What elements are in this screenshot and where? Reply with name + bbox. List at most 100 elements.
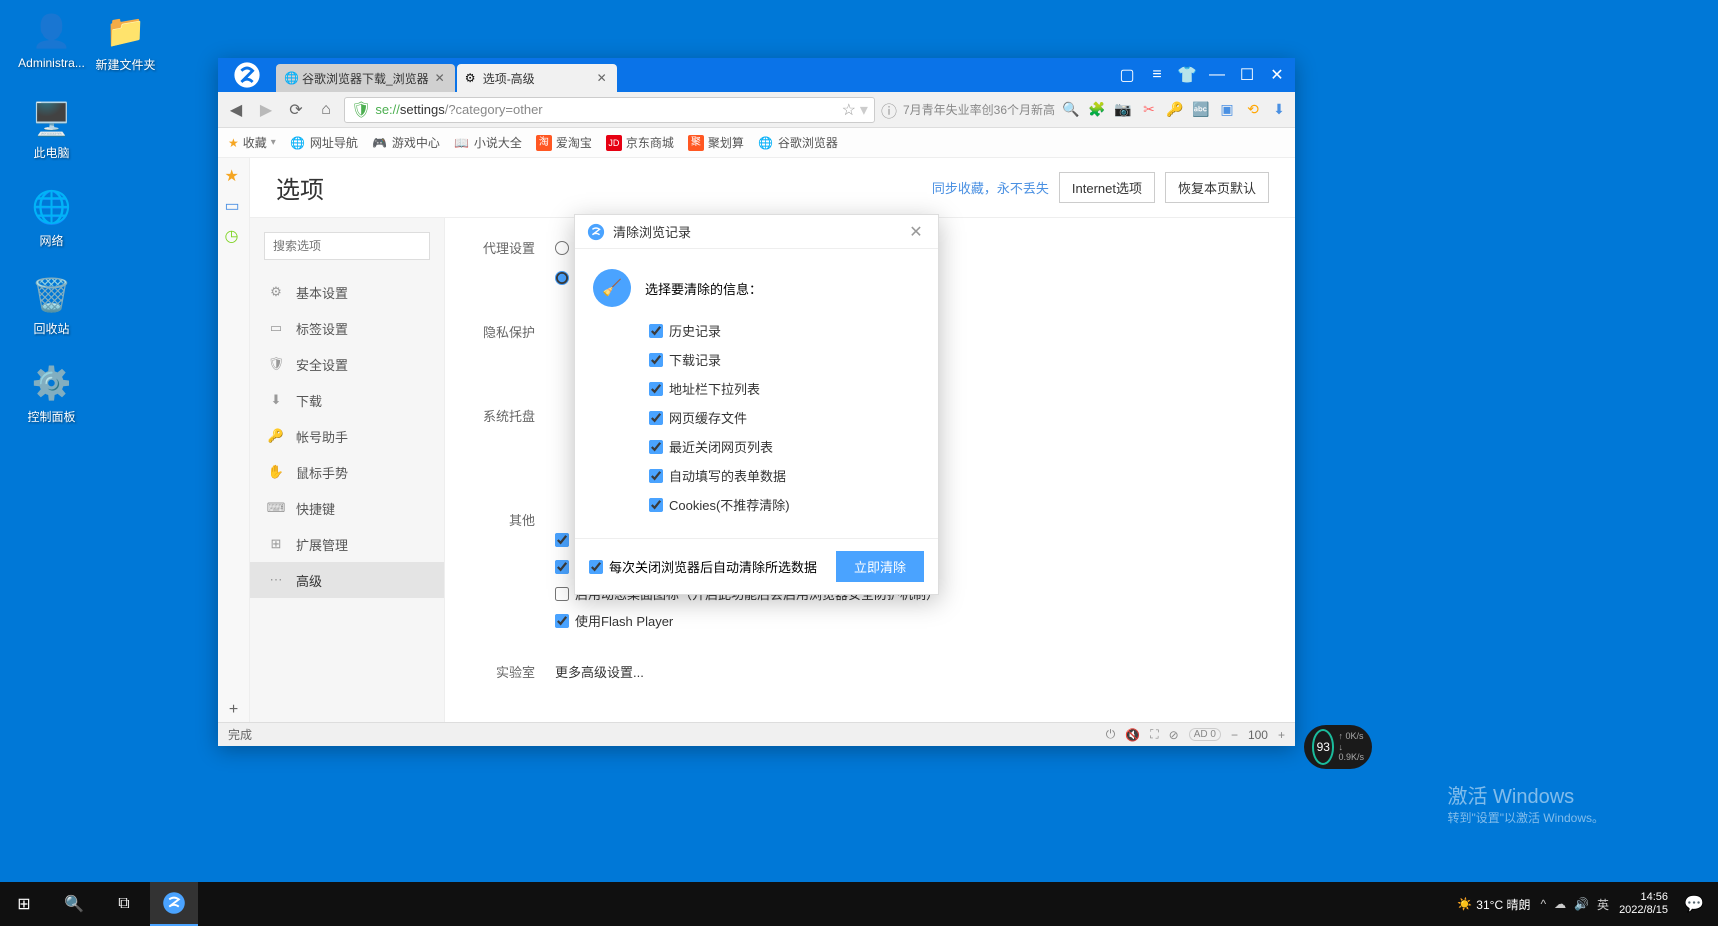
onedrive-icon[interactable]: ☁ [1554, 897, 1566, 911]
bookmark-item[interactable]: 📖小说大全 [454, 134, 522, 151]
bookmark-item[interactable]: 🎮游戏中心 [372, 134, 440, 151]
news-ticker[interactable]: 7月青年失业率创36个月新高 [903, 101, 1055, 118]
clock[interactable]: 14:56 2022/8/15 [1619, 891, 1668, 917]
volume-icon[interactable]: 🔊 [1574, 897, 1589, 911]
start-button[interactable]: ⊞ [0, 882, 48, 926]
clear-now-button[interactable]: 立即清除 [836, 551, 924, 582]
ime-indicator[interactable]: 英 [1597, 896, 1609, 913]
more-advanced-link[interactable]: 更多高级设置... [555, 665, 644, 680]
translate-icon[interactable]: 🔤 [1191, 100, 1211, 120]
url-input[interactable]: 🛡 se://settings/?category=other ☆ ▾ [344, 97, 875, 123]
window-icon[interactable]: ▣ [1217, 100, 1237, 120]
other-desktop-checkbox[interactable] [555, 587, 569, 601]
proxy-none-radio[interactable] [555, 241, 569, 255]
settings-search-input[interactable] [264, 232, 430, 260]
bookmark-item[interactable]: JD京东商城 [606, 134, 674, 151]
home-icon[interactable]: ⌂ [314, 98, 338, 122]
close-icon[interactable]: ✕ [1263, 63, 1291, 87]
weather-widget[interactable]: ☀️31°C 晴朗 [1457, 896, 1530, 913]
close-icon[interactable]: ✕ [595, 71, 609, 85]
search-button[interactable]: 🔍 [50, 882, 98, 926]
clear-downloads-checkbox[interactable] [649, 353, 663, 367]
sidebar-item-advanced[interactable]: ⋯高级 [250, 562, 444, 598]
close-icon[interactable]: ✕ [906, 222, 926, 242]
sidebar-item-basic[interactable]: ⚙基本设置 [250, 274, 444, 310]
other-flash-checkbox[interactable] [555, 614, 569, 628]
clear-cookies-checkbox[interactable] [649, 498, 663, 512]
account-icon[interactable]: ▢ [1113, 63, 1141, 87]
auto-clear-checkbox[interactable] [589, 560, 603, 574]
sidebar-item-tabs[interactable]: ▭标签设置 [250, 310, 444, 346]
favorites-button[interactable]: ★收藏▾ [228, 134, 276, 151]
desktop-icon-recycle[interactable]: 🗑️回收站 [14, 274, 89, 337]
sidebar-item-extensions[interactable]: ⊞扩展管理 [250, 526, 444, 562]
globe-icon: 🌐 [290, 135, 306, 151]
block-icon[interactable]: ⊘ [1169, 728, 1179, 742]
tab-0[interactable]: 🌐 谷歌浏览器下载_浏览器 ✕ [276, 64, 455, 92]
proxy-custom-radio[interactable] [555, 271, 569, 285]
performance-widget[interactable]: 93 ↑ 0K/s↓ 0.9K/s [1304, 725, 1372, 769]
notifications-icon[interactable]: 💬 [1678, 894, 1710, 914]
maximize-icon[interactable]: ☐ [1233, 63, 1261, 87]
ad-count[interactable]: AD 0 [1189, 728, 1221, 741]
other-qq-checkbox[interactable] [555, 533, 569, 547]
minimize-icon[interactable]: — [1203, 63, 1231, 87]
desktop-icon-thispc[interactable]: 🖥️此电脑 [14, 98, 89, 161]
dots-icon: ⋯ [268, 572, 284, 588]
sync-link[interactable]: 同步收藏，永不丢失 [932, 178, 1049, 197]
info-icon[interactable]: ⓘ [881, 98, 897, 122]
close-icon[interactable]: ✕ [433, 71, 447, 85]
chevron-up-icon[interactable]: ^ [1540, 897, 1546, 911]
sidebar-item-account[interactable]: 🔑帐号助手 [250, 418, 444, 454]
side-panel-strip: ★ ▭ ◷ + [218, 158, 250, 722]
clear-recent-checkbox[interactable] [649, 440, 663, 454]
clear-addressbar-checkbox[interactable] [649, 382, 663, 396]
other-weibo-checkbox[interactable] [555, 560, 569, 574]
desktop-icon-admin[interactable]: 👤Administra... [14, 10, 89, 70]
desktop-icon-controlpanel[interactable]: ⚙️控制面板 [14, 362, 89, 425]
star-icon[interactable]: ★ [225, 166, 243, 184]
menu-icon[interactable]: ≡ [1143, 63, 1171, 87]
clear-cache-checkbox[interactable] [649, 411, 663, 425]
download-icon[interactable]: ⬇ [1269, 100, 1289, 120]
search-icon[interactable]: 🔍 [1061, 100, 1081, 120]
desktop-icon-newfolder[interactable]: 📁新建文件夹 [88, 10, 163, 73]
sidebar-item-download[interactable]: ⬇下载 [250, 382, 444, 418]
tab-strip: 🌐 谷歌浏览器下载_浏览器 ✕ ⚙ 选项-高级 ✕ [276, 58, 619, 92]
zoom-out-icon[interactable]: − [1231, 728, 1238, 742]
tab-1[interactable]: ⚙ 选项-高级 ✕ [457, 64, 617, 92]
zoom-in-icon[interactable]: + [1278, 728, 1285, 742]
reload-icon[interactable]: ⟳ [284, 98, 308, 122]
internet-options-button[interactable]: Internet选项 [1059, 172, 1155, 203]
trash-icon: 🗑️ [31, 274, 73, 316]
bookmark-item[interactable]: 聚聚划算 [688, 134, 744, 151]
skin-icon[interactable]: 👕 [1173, 63, 1201, 87]
bookmark-item[interactable]: 🌐网址导航 [290, 134, 358, 151]
sidebar-item-security[interactable]: 🛡安全设置 [250, 346, 444, 382]
mute-icon[interactable]: 🔇 [1125, 728, 1140, 742]
scissors-icon[interactable]: ✂ [1139, 100, 1159, 120]
forward-icon[interactable]: ▶ [254, 98, 278, 122]
history-icon[interactable]: ◷ [225, 226, 243, 244]
clear-history-checkbox[interactable] [649, 324, 663, 338]
desktop-icon-network[interactable]: 🌐网络 [14, 186, 89, 249]
taskview-button[interactable]: ⧉ [100, 882, 148, 926]
screenshot-icon[interactable]: 📷 [1113, 100, 1133, 120]
restore-icon[interactable]: ⟲ [1243, 100, 1263, 120]
clear-forms-checkbox[interactable] [649, 469, 663, 483]
bookmark-item[interactable]: 🌐谷歌浏览器 [758, 134, 838, 151]
puzzle-icon[interactable]: 🧩 [1087, 100, 1107, 120]
star-icon[interactable]: ☆ [842, 100, 856, 120]
sogou-taskbar-icon[interactable] [150, 882, 198, 926]
book-icon[interactable]: ▭ [225, 196, 243, 214]
add-panel-icon[interactable]: + [222, 698, 246, 722]
expand-icon[interactable]: ⛶ [1150, 727, 1158, 742]
section-privacy-label: 隐私保护 [475, 322, 555, 382]
power-icon[interactable]: ⏻ [1106, 727, 1116, 742]
sidebar-item-shortcut[interactable]: ⌨快捷键 [250, 490, 444, 526]
back-icon[interactable]: ◀ [224, 98, 248, 122]
bookmark-item[interactable]: 淘爱淘宝 [536, 134, 592, 151]
restore-defaults-button[interactable]: 恢复本页默认 [1165, 172, 1269, 203]
sidebar-item-gesture[interactable]: ✋鼠标手势 [250, 454, 444, 490]
key-icon[interactable]: 🔑 [1165, 100, 1185, 120]
